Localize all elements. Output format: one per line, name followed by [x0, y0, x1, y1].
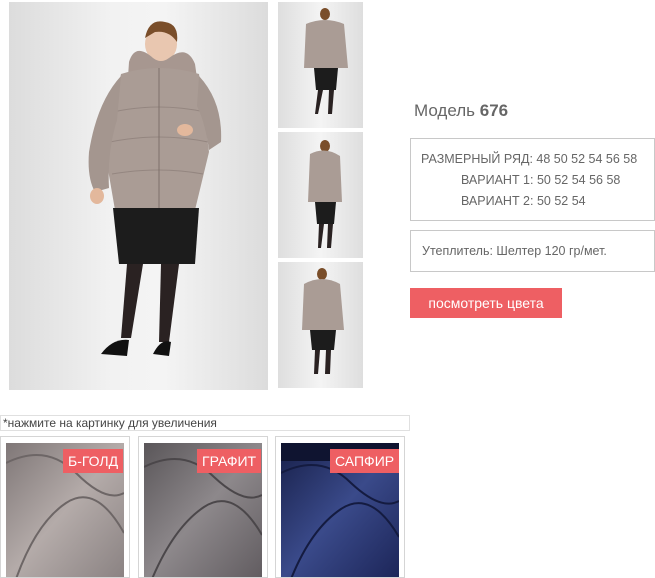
variant-1-values: 50 52 54 56 58	[536, 173, 621, 187]
insulation-text: Утеплитель: Шелтер 120 гр/мет.	[422, 244, 607, 258]
swatch-grafit[interactable]: ГРАФИТ	[138, 436, 268, 578]
insulation-box: Утеплитель: Шелтер 120 гр/мет.	[410, 230, 655, 272]
zoom-hint: *нажмите на картинку для увеличения	[0, 415, 410, 431]
swatch-label-b-gold: Б-ГОЛД	[63, 449, 124, 473]
size-row: РАЗМЕРНЫЙ РЯД: 48 50 52 54 56 58	[421, 152, 637, 166]
model-number: 676	[479, 101, 509, 120]
variant-2-row: ВАРИАНТ 2: 50 52 54	[461, 194, 586, 208]
variant-2-values: 50 52 54	[536, 194, 586, 208]
variant-1-row: ВАРИАНТ 1: 50 52 54 56 58	[461, 173, 620, 187]
swatch-sapfir[interactable]: САПФИР	[275, 436, 405, 578]
size-range-box: РАЗМЕРНЫЙ РЯД: 48 50 52 54 56 58 ВАРИАНТ…	[410, 138, 655, 221]
size-row-label: РАЗМЕРНЫЙ РЯД:	[421, 152, 533, 166]
thumbnail-side[interactable]	[278, 132, 363, 258]
thumbnail-back[interactable]	[278, 262, 363, 388]
swatch-b-gold[interactable]: Б-ГОЛД	[0, 436, 130, 578]
variant-1-label: ВАРИАНТ 1:	[461, 173, 534, 187]
thumbnail-front[interactable]	[278, 2, 363, 128]
swatch-label-grafit: ГРАФИТ	[197, 449, 262, 473]
model-title: Модель 676	[414, 101, 508, 121]
swatch-label-sapfir: САПФИР	[330, 449, 400, 473]
model-label: Модель	[414, 101, 476, 120]
view-colors-button[interactable]: посмотреть цвета	[410, 288, 562, 318]
size-row-values: 48 50 52 54 56 58	[536, 152, 638, 166]
main-product-photo[interactable]	[9, 2, 268, 390]
variant-2-label: ВАРИАНТ 2:	[461, 194, 534, 208]
